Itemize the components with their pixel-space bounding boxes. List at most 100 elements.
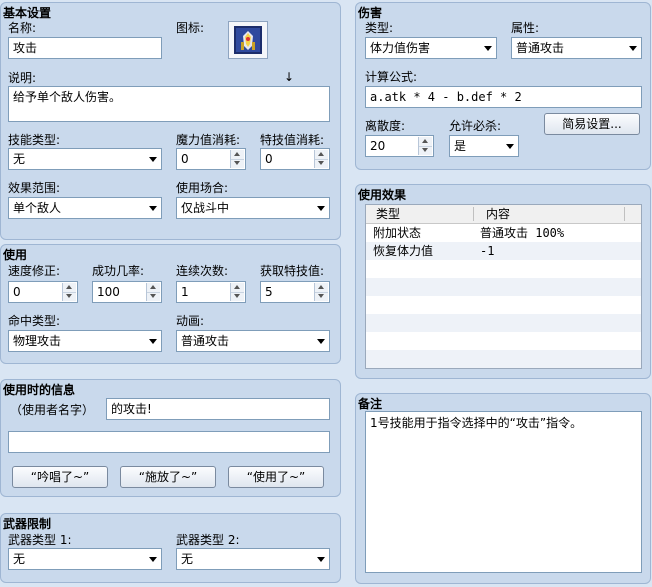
- col-type-header[interactable]: 类型: [376, 205, 400, 223]
- spin-down-icon[interactable]: [147, 292, 160, 301]
- chevron-down-icon[interactable]: [313, 550, 328, 568]
- cast-button[interactable]: “施放了~”: [120, 466, 216, 488]
- chevron-down-icon[interactable]: [313, 332, 328, 350]
- weapon-type1-select[interactable]: 无: [8, 548, 162, 570]
- spin-down-icon[interactable]: [419, 146, 432, 155]
- animation-label: 动画:: [176, 314, 205, 328]
- effect-content-cell: -1: [480, 244, 495, 258]
- weapon-type2-select[interactable]: 无: [176, 548, 330, 570]
- mp-cost-label: 魔力值消耗:: [176, 133, 241, 147]
- tp-gain-value: 5: [265, 285, 273, 299]
- effect-type-cell: 附加状态: [373, 226, 422, 240]
- scope-label: 效果范围:: [8, 181, 61, 195]
- repeat-value: 1: [181, 285, 189, 299]
- col-content-header[interactable]: 内容: [486, 205, 510, 223]
- mp-cost-stepper[interactable]: 0: [176, 148, 246, 170]
- chevron-down-icon[interactable]: [145, 332, 160, 350]
- scope-value: 单个敌人: [13, 201, 62, 215]
- table-row[interactable]: [366, 296, 641, 314]
- table-row[interactable]: [366, 332, 641, 350]
- skill-type-value: 无: [13, 152, 26, 166]
- tp-cost-stepper[interactable]: 0: [260, 148, 330, 170]
- icon-picker[interactable]: [228, 21, 268, 59]
- success-stepper[interactable]: 100: [92, 281, 162, 303]
- repeat-stepper[interactable]: 1: [176, 281, 246, 303]
- spin-down-icon[interactable]: [63, 292, 76, 301]
- spin-down-icon[interactable]: [231, 292, 244, 301]
- success-value: 100: [97, 285, 120, 299]
- message-line2-input[interactable]: [8, 431, 330, 453]
- column-divider: [624, 207, 625, 221]
- chevron-down-icon[interactable]: [502, 137, 517, 155]
- spin-down-icon[interactable]: [315, 159, 328, 168]
- critical-value: 是: [454, 139, 467, 153]
- chevron-down-icon[interactable]: [145, 550, 160, 568]
- variance-stepper[interactable]: 20: [365, 135, 434, 157]
- description-textarea[interactable]: 给予单个敌人伤害。: [8, 86, 330, 122]
- repeat-label: 连续次数:: [176, 264, 229, 278]
- hit-type-select[interactable]: 物理攻击: [8, 330, 162, 352]
- use-button[interactable]: “使用了~”: [228, 466, 324, 488]
- animation-select[interactable]: 普通攻击: [176, 330, 330, 352]
- table-row[interactable]: [366, 314, 641, 332]
- scope-select[interactable]: 单个敌人: [8, 197, 162, 219]
- hit-type-label: 命中类型:: [8, 314, 61, 328]
- name-input[interactable]: 攻击: [8, 37, 162, 59]
- chevron-down-icon[interactable]: [313, 199, 328, 217]
- chant-button[interactable]: “吟唱了~”: [12, 466, 108, 488]
- desc-marker-icon: ↓: [284, 70, 295, 84]
- skill-type-label: 技能类型:: [8, 133, 61, 147]
- formula-input[interactable]: a.atk * 4 - b.def * 2: [365, 86, 642, 108]
- table-row[interactable]: 恢复体力值 -1: [366, 242, 641, 260]
- element-label: 属性:: [511, 21, 540, 35]
- spinner-buttons: [314, 150, 328, 168]
- formula-label: 计算公式:: [365, 70, 418, 84]
- weapon-type1-label: 武器类型 1:: [8, 533, 72, 547]
- effect-type-cell: 恢复体力值: [373, 244, 434, 258]
- spinner-buttons: [230, 283, 244, 301]
- occasion-value: 仅战斗中: [181, 201, 230, 215]
- weapon-type2-value: 无: [181, 552, 194, 566]
- spinner-buttons: [418, 137, 432, 155]
- chevron-down-icon[interactable]: [625, 39, 640, 57]
- element-value: 普通攻击: [516, 41, 565, 55]
- table-row[interactable]: 附加状态 普通攻击 100%: [366, 224, 641, 242]
- tp-gain-stepper[interactable]: 5: [260, 281, 330, 303]
- speed-stepper[interactable]: 0: [8, 281, 78, 303]
- success-label: 成功几率:: [92, 264, 145, 278]
- occasion-select[interactable]: 仅战斗中: [176, 197, 330, 219]
- speed-value: 0: [13, 285, 21, 299]
- spin-down-icon[interactable]: [315, 292, 328, 301]
- effects-title: 使用效果: [358, 188, 407, 202]
- weapon-type2-label: 武器类型 2:: [176, 533, 240, 547]
- skill-icon: [234, 26, 262, 54]
- invocation-title: 使用: [3, 248, 28, 262]
- chevron-down-icon[interactable]: [480, 39, 495, 57]
- simple-setting-button[interactable]: 简易设置...: [544, 113, 640, 135]
- critical-select[interactable]: 是: [449, 135, 519, 157]
- tp-cost-value: 0: [265, 152, 273, 166]
- skill-type-select[interactable]: 无: [8, 148, 162, 170]
- notes-title: 备注: [358, 397, 383, 411]
- table-row[interactable]: [366, 278, 641, 296]
- effect-content-cell: 普通攻击 100%: [480, 226, 565, 240]
- message-line1-input[interactable]: 的攻击!: [106, 398, 330, 420]
- notes-textarea[interactable]: 1号技能用于指令选择中的“攻击”指令。: [365, 411, 642, 573]
- speed-label: 速度修正:: [8, 264, 61, 278]
- tp-cost-label: 特技值消耗:: [260, 133, 325, 147]
- spinner-buttons: [146, 283, 160, 301]
- hit-type-value: 物理攻击: [13, 334, 62, 348]
- damage-type-select[interactable]: 体力值伤害: [365, 37, 497, 59]
- weapon-title: 武器限制: [3, 517, 52, 531]
- effects-table[interactable]: 类型 内容 附加状态 普通攻击 100% 恢复体力值 -1: [365, 204, 642, 369]
- icon-label: 图标:: [176, 21, 205, 35]
- chevron-down-icon[interactable]: [145, 199, 160, 217]
- chevron-down-icon[interactable]: [145, 150, 160, 168]
- name-label: 名称:: [8, 21, 37, 35]
- spin-down-icon[interactable]: [231, 159, 244, 168]
- mp-cost-value: 0: [181, 152, 189, 166]
- table-row[interactable]: [366, 260, 641, 278]
- table-row[interactable]: [366, 350, 641, 368]
- element-select[interactable]: 普通攻击: [511, 37, 642, 59]
- message-title: 使用时的信息: [3, 383, 76, 397]
